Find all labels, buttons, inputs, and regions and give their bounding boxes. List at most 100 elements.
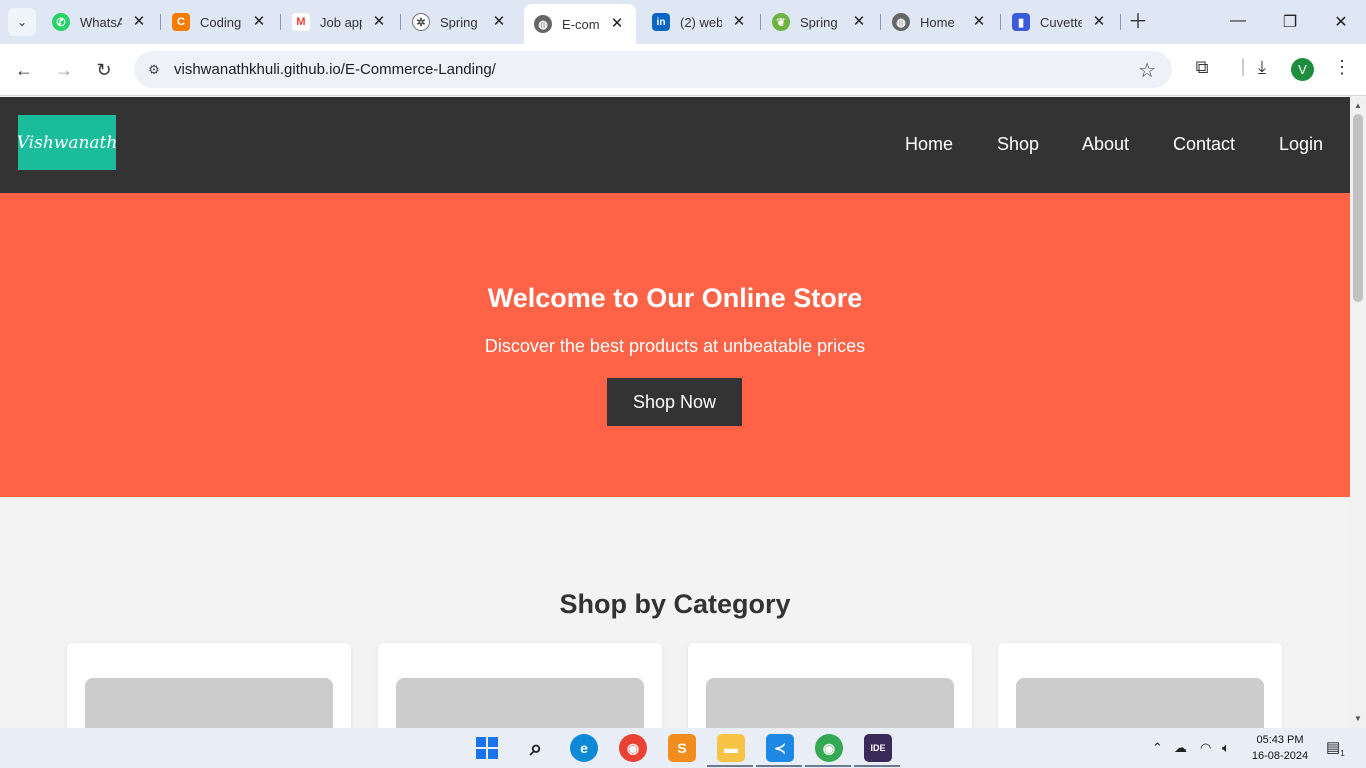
restore-button[interactable]: ❐ xyxy=(1280,12,1300,32)
tab-separator xyxy=(880,14,881,30)
close-icon[interactable]: ✕ xyxy=(850,13,868,31)
close-icon[interactable]: ✕ xyxy=(730,13,748,31)
extensions-icon[interactable]: ⧉ xyxy=(1189,57,1215,78)
cuvette-icon: ▮ xyxy=(1012,13,1030,31)
close-window-button[interactable]: ✕ xyxy=(1331,12,1351,32)
linkedin-icon: in xyxy=(652,13,670,31)
notification-count: 1 xyxy=(1340,749,1345,758)
sublime-icon[interactable]: S xyxy=(668,734,696,762)
running-indicator xyxy=(707,765,753,767)
scroll-up-icon[interactable]: ▲ xyxy=(1353,101,1363,110)
hero-banner: Welcome to Our Online Store Discover the… xyxy=(0,193,1350,497)
tab-separator xyxy=(1000,14,1001,30)
chrome-profile-icon[interactable]: ◉ xyxy=(815,734,843,762)
tab-home[interactable]: ◍ Home ✕ xyxy=(892,6,988,38)
wifi-icon[interactable]: ◠ xyxy=(1200,740,1211,756)
category-image-placeholder xyxy=(1016,678,1264,728)
address-bar[interactable]: ⚙ vishwanathkhuli.github.io/E-Commerce-L… xyxy=(134,51,1172,88)
gmail-icon: M xyxy=(292,13,310,31)
coding-icon: C xyxy=(172,13,190,31)
tab-separator xyxy=(160,14,161,30)
nav-contact[interactable]: Contact xyxy=(1173,134,1235,155)
close-icon[interactable]: ✕ xyxy=(970,13,988,31)
close-icon[interactable]: ✕ xyxy=(250,13,268,31)
tab-gmail[interactable]: M Job app ✕ xyxy=(292,6,388,38)
menu-icon[interactable]: ⋮ xyxy=(1329,57,1355,78)
tab-separator xyxy=(760,14,761,30)
tab-cuvette[interactable]: ▮ Cuvette ✕ xyxy=(1012,6,1108,38)
globe-icon: ◍ xyxy=(892,13,910,31)
search-icon[interactable]: ⌕ xyxy=(522,734,550,762)
back-icon[interactable]: ← xyxy=(12,58,36,82)
tab-separator xyxy=(1120,14,1121,30)
scroll-down-icon[interactable]: ▼ xyxy=(1353,714,1363,723)
notification-icon[interactable]: ▤1 xyxy=(1326,738,1345,758)
windows-taskbar: ⌕ e ◉ S ▬ ≺ ◉ IDE ⌃ ☁ ◠ 🔈︎ 05:43 PM 16-0… xyxy=(0,728,1366,768)
chatgpt-icon: ✲ xyxy=(412,13,430,31)
site-logo[interactable]: Vishwanath xyxy=(17,115,117,170)
edge-icon[interactable]: e xyxy=(570,734,598,762)
minimize-button[interactable]: — xyxy=(1228,12,1248,30)
hero-subtitle: Discover the best products at unbeatable… xyxy=(484,336,866,356)
clock-time: 05:43 PM xyxy=(1256,734,1304,746)
running-indicator xyxy=(805,765,851,767)
browser-toolbar: ← → ↻ ⚙ vishwanathkhuli.github.io/E-Comm… xyxy=(0,44,1366,96)
category-image-placeholder xyxy=(706,678,954,728)
tab-chatgpt[interactable]: ✲ Spring ✕ xyxy=(412,6,508,38)
spring-icon: ❦ xyxy=(772,13,790,31)
chrome-icon[interactable]: ◉ xyxy=(619,734,647,762)
shop-now-button[interactable]: Shop Now xyxy=(607,378,742,426)
running-indicator xyxy=(854,765,900,767)
reload-icon[interactable]: ↻ xyxy=(92,58,116,82)
clock-date: 16-08-2024 xyxy=(1251,750,1309,762)
page-viewport: Vishwanath Home Shop About Contact Login… xyxy=(0,97,1350,728)
category-card[interactable] xyxy=(67,643,351,728)
tab-spring[interactable]: ❦ Spring ✕ xyxy=(772,6,868,38)
chevron-up-icon[interactable]: ⌃ xyxy=(1152,740,1163,756)
tab-ecommerce[interactable]: ◍ E-com ✕ xyxy=(524,4,636,44)
forward-icon[interactable]: → xyxy=(52,58,76,82)
new-tab-button[interactable]: ＋ xyxy=(1128,12,1148,32)
close-icon[interactable]: ✕ xyxy=(490,13,508,31)
volume-icon[interactable]: 🔈︎ xyxy=(1222,740,1230,756)
nav-shop[interactable]: Shop xyxy=(997,134,1039,155)
hero-title: Welcome to Our Online Store xyxy=(487,283,863,313)
site-header: Vishwanath Home Shop About Contact Login xyxy=(0,97,1350,193)
tab-strip: ⌄ ✆ WhatsApp ✕ C Coding ✕ M Job app ✕ ✲ … xyxy=(0,0,1366,44)
tab-separator xyxy=(400,14,401,30)
category-image-placeholder xyxy=(396,678,644,728)
file-explorer-icon[interactable]: ▬ xyxy=(717,734,745,762)
close-icon[interactable]: ✕ xyxy=(370,13,388,31)
page-scrollbar[interactable]: ▲ ▼ xyxy=(1350,97,1366,728)
category-card[interactable] xyxy=(998,643,1282,728)
tab-coding[interactable]: C Coding ✕ xyxy=(172,6,268,38)
vscode-icon[interactable]: ≺ xyxy=(766,734,794,762)
tab-whatsapp[interactable]: ✆ WhatsApp ✕ xyxy=(52,6,148,38)
nav-about[interactable]: About xyxy=(1082,134,1129,155)
tab-search-button[interactable]: ⌄ xyxy=(8,8,36,36)
globe-icon: ◍ xyxy=(534,15,552,33)
bookmark-star-icon[interactable]: ☆ xyxy=(1138,58,1156,83)
profile-avatar[interactable]: V xyxy=(1291,58,1314,81)
download-icon[interactable]: ⤓ xyxy=(1249,57,1275,78)
close-icon[interactable]: ✕ xyxy=(130,13,148,31)
close-icon[interactable]: ✕ xyxy=(1090,13,1108,31)
url-text[interactable]: vishwanathkhuli.github.io/E-Commerce-Lan… xyxy=(174,61,496,78)
tab-separator xyxy=(280,14,281,30)
category-image-placeholder xyxy=(85,678,333,728)
section-title: Shop by Category xyxy=(559,589,791,619)
whatsapp-icon: ✆ xyxy=(52,13,70,31)
category-card[interactable] xyxy=(688,643,972,728)
category-card[interactable] xyxy=(378,643,662,728)
onedrive-icon[interactable]: ☁ xyxy=(1174,740,1187,756)
running-indicator xyxy=(756,765,802,767)
nav-home[interactable]: Home xyxy=(905,134,953,155)
ide-icon[interactable]: IDE xyxy=(864,734,892,762)
close-icon[interactable]: ✕ xyxy=(608,15,626,33)
windows-start-icon[interactable] xyxy=(473,734,501,762)
nav-login[interactable]: Login xyxy=(1279,134,1323,155)
taskbar-clock[interactable]: 05:43 PM 16-08-2024 xyxy=(1240,732,1320,764)
site-info-icon[interactable]: ⚙ xyxy=(144,60,164,80)
scrollbar-thumb[interactable] xyxy=(1353,114,1363,302)
tab-linkedin[interactable]: in (2) web ✕ xyxy=(652,6,748,38)
